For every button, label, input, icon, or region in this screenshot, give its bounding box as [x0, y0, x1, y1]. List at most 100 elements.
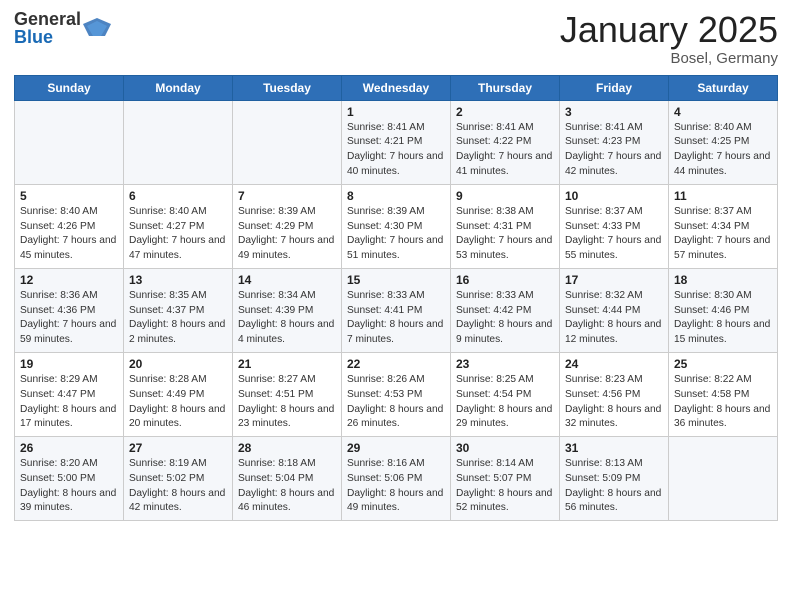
- day-cell: [124, 100, 233, 184]
- title-block: January 2025 Bosel, Germany: [560, 10, 778, 67]
- day-cell: 8 Sunrise: 8:39 AM Sunset: 4:30 PM Daylig…: [342, 184, 451, 268]
- day-cell: 11 Sunrise: 8:37 AM Sunset: 4:34 PM Dayli…: [669, 184, 778, 268]
- day-number: 26: [20, 441, 118, 455]
- logo-icon: [83, 14, 111, 42]
- day-info: Sunrise: 8:18 AM Sunset: 5:04 PM Dayligh…: [238, 457, 336, 516]
- day-info: Sunrise: 8:33 AM Sunset: 4:41 PM Dayligh…: [347, 289, 445, 348]
- day-cell: 13 Sunrise: 8:35 AM Sunset: 4:37 PM Dayli…: [124, 268, 233, 352]
- day-info: Sunrise: 8:16 AM Sunset: 5:06 PM Dayligh…: [347, 457, 445, 516]
- day-cell: 7 Sunrise: 8:39 AM Sunset: 4:29 PM Daylig…: [233, 184, 342, 268]
- day-info: Sunrise: 8:40 AM Sunset: 4:27 PM Dayligh…: [129, 205, 227, 264]
- day-cell: 21 Sunrise: 8:27 AM Sunset: 4:51 PM Dayli…: [233, 352, 342, 436]
- day-number: 3: [565, 105, 663, 119]
- day-cell: [15, 100, 124, 184]
- day-cell: 26 Sunrise: 8:20 AM Sunset: 5:00 PM Dayli…: [15, 437, 124, 521]
- day-info: Sunrise: 8:23 AM Sunset: 4:56 PM Dayligh…: [565, 373, 663, 432]
- day-number: 11: [674, 189, 772, 203]
- logo: General Blue: [14, 10, 111, 46]
- day-info: Sunrise: 8:20 AM Sunset: 5:00 PM Dayligh…: [20, 457, 118, 516]
- day-cell: [669, 437, 778, 521]
- page-header: General Blue January 2025 Bosel, Germany: [14, 10, 778, 67]
- day-info: Sunrise: 8:40 AM Sunset: 4:25 PM Dayligh…: [674, 121, 772, 180]
- day-number: 21: [238, 357, 336, 371]
- day-cell: 18 Sunrise: 8:30 AM Sunset: 4:46 PM Dayli…: [669, 268, 778, 352]
- day-cell: 4 Sunrise: 8:40 AM Sunset: 4:25 PM Daylig…: [669, 100, 778, 184]
- day-info: Sunrise: 8:41 AM Sunset: 4:22 PM Dayligh…: [456, 121, 554, 180]
- day-info: Sunrise: 8:13 AM Sunset: 5:09 PM Dayligh…: [565, 457, 663, 516]
- week-row-4: 26 Sunrise: 8:20 AM Sunset: 5:00 PM Dayli…: [15, 437, 778, 521]
- day-number: 17: [565, 273, 663, 287]
- day-cell: 29Sunrise: 8:16 AM Sunset: 5:06 PM Dayli…: [342, 437, 451, 521]
- day-number: 18: [674, 273, 772, 287]
- day-info: Sunrise: 8:39 AM Sunset: 4:30 PM Dayligh…: [347, 205, 445, 264]
- day-cell: 23Sunrise: 8:25 AM Sunset: 4:54 PM Dayli…: [451, 352, 560, 436]
- day-cell: [233, 100, 342, 184]
- calendar-title: January 2025: [560, 10, 778, 50]
- week-row-1: 5 Sunrise: 8:40 AM Sunset: 4:26 PM Daylig…: [15, 184, 778, 268]
- day-number: 13: [129, 273, 227, 287]
- day-number: 9: [456, 189, 554, 203]
- day-cell: 1 Sunrise: 8:41 AM Sunset: 4:21 PM Daylig…: [342, 100, 451, 184]
- col-tuesday: Tuesday: [233, 75, 342, 100]
- day-number: 15: [347, 273, 445, 287]
- col-sunday: Sunday: [15, 75, 124, 100]
- day-cell: 9Sunrise: 8:38 AM Sunset: 4:31 PM Daylig…: [451, 184, 560, 268]
- day-info: Sunrise: 8:14 AM Sunset: 5:07 PM Dayligh…: [456, 457, 554, 516]
- calendar-table: Sunday Monday Tuesday Wednesday Thursday…: [14, 75, 778, 522]
- day-info: Sunrise: 8:30 AM Sunset: 4:46 PM Dayligh…: [674, 289, 772, 348]
- day-cell: 15 Sunrise: 8:33 AM Sunset: 4:41 PM Dayli…: [342, 268, 451, 352]
- day-number: 8: [347, 189, 445, 203]
- day-number: 27: [129, 441, 227, 455]
- day-info: Sunrise: 8:27 AM Sunset: 4:51 PM Dayligh…: [238, 373, 336, 432]
- day-cell: 2 Sunrise: 8:41 AM Sunset: 4:22 PM Daylig…: [451, 100, 560, 184]
- day-cell: 28 Sunrise: 8:18 AM Sunset: 5:04 PM Dayli…: [233, 437, 342, 521]
- day-number: 30: [456, 441, 554, 455]
- day-number: 2: [456, 105, 554, 119]
- day-number: 1: [347, 105, 445, 119]
- day-number: 23: [456, 357, 554, 371]
- day-cell: 6 Sunrise: 8:40 AM Sunset: 4:27 PM Daylig…: [124, 184, 233, 268]
- col-friday: Friday: [560, 75, 669, 100]
- day-number: 10: [565, 189, 663, 203]
- day-number: 5: [20, 189, 118, 203]
- day-number: 14: [238, 273, 336, 287]
- day-info: Sunrise: 8:35 AM Sunset: 4:37 PM Dayligh…: [129, 289, 227, 348]
- day-info: Sunrise: 8:39 AM Sunset: 4:29 PM Dayligh…: [238, 205, 336, 264]
- col-wednesday: Wednesday: [342, 75, 451, 100]
- day-info: Sunrise: 8:34 AM Sunset: 4:39 PM Dayligh…: [238, 289, 336, 348]
- day-number: 24: [565, 357, 663, 371]
- day-number: 25: [674, 357, 772, 371]
- day-number: 19: [20, 357, 118, 371]
- day-cell: 14 Sunrise: 8:34 AM Sunset: 4:39 PM Dayli…: [233, 268, 342, 352]
- col-monday: Monday: [124, 75, 233, 100]
- day-number: 28: [238, 441, 336, 455]
- day-info: Sunrise: 8:26 AM Sunset: 4:53 PM Dayligh…: [347, 373, 445, 432]
- day-cell: 10 Sunrise: 8:37 AM Sunset: 4:33 PM Dayli…: [560, 184, 669, 268]
- page-container: General Blue January 2025 Bosel, Germany…: [0, 0, 792, 535]
- week-row-0: 1 Sunrise: 8:41 AM Sunset: 4:21 PM Daylig…: [15, 100, 778, 184]
- day-info: Sunrise: 8:41 AM Sunset: 4:23 PM Dayligh…: [565, 121, 663, 180]
- day-cell: 12Sunrise: 8:36 AM Sunset: 4:36 PM Dayli…: [15, 268, 124, 352]
- day-cell: 17 Sunrise: 8:32 AM Sunset: 4:44 PM Dayli…: [560, 268, 669, 352]
- logo-text: General Blue: [14, 10, 81, 46]
- day-info: Sunrise: 8:40 AM Sunset: 4:26 PM Dayligh…: [20, 205, 118, 264]
- day-number: 6: [129, 189, 227, 203]
- day-number: 31: [565, 441, 663, 455]
- day-info: Sunrise: 8:32 AM Sunset: 4:44 PM Dayligh…: [565, 289, 663, 348]
- day-cell: 30 Sunrise: 8:14 AM Sunset: 5:07 PM Dayli…: [451, 437, 560, 521]
- day-cell: 20 Sunrise: 8:28 AM Sunset: 4:49 PM Dayli…: [124, 352, 233, 436]
- day-info: Sunrise: 8:37 AM Sunset: 4:34 PM Dayligh…: [674, 205, 772, 264]
- day-cell: 16Sunrise: 8:33 AM Sunset: 4:42 PM Dayli…: [451, 268, 560, 352]
- day-cell: 31 Sunrise: 8:13 AM Sunset: 5:09 PM Dayli…: [560, 437, 669, 521]
- calendar-subtitle: Bosel, Germany: [560, 50, 778, 67]
- col-thursday: Thursday: [451, 75, 560, 100]
- day-number: 4: [674, 105, 772, 119]
- day-number: 7: [238, 189, 336, 203]
- day-number: 20: [129, 357, 227, 371]
- day-info: Sunrise: 8:37 AM Sunset: 4:33 PM Dayligh…: [565, 205, 663, 264]
- day-info: Sunrise: 8:41 AM Sunset: 4:21 PM Dayligh…: [347, 121, 445, 180]
- day-info: Sunrise: 8:36 AM Sunset: 4:36 PM Dayligh…: [20, 289, 118, 348]
- day-info: Sunrise: 8:19 AM Sunset: 5:02 PM Dayligh…: [129, 457, 227, 516]
- day-info: Sunrise: 8:28 AM Sunset: 4:49 PM Dayligh…: [129, 373, 227, 432]
- day-cell: 24 Sunrise: 8:23 AM Sunset: 4:56 PM Dayli…: [560, 352, 669, 436]
